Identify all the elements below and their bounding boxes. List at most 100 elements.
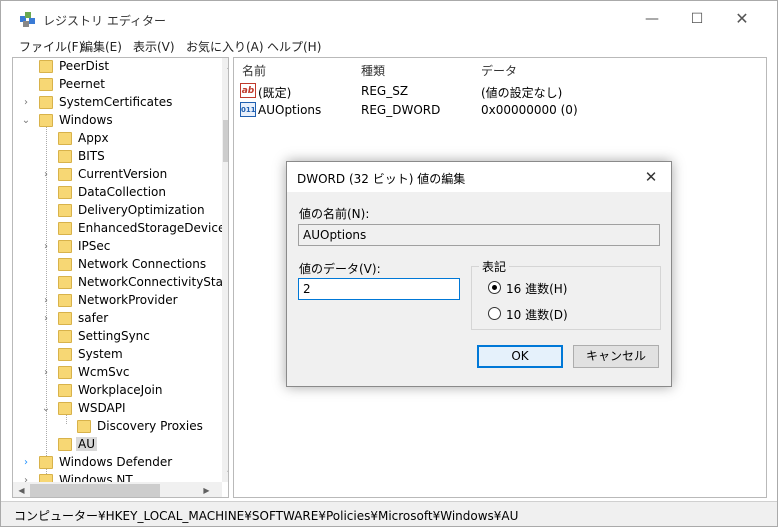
expander-icon[interactable]: › — [41, 294, 51, 308]
scroll-right-arrow-icon[interactable]: ▶ — [198, 482, 215, 497]
value-name-label: 値の名前(N): — [299, 207, 370, 221]
expander-icon[interactable]: › — [21, 96, 31, 110]
tree-item-systemcertificates[interactable]: › SystemCertificates — [13, 94, 213, 112]
tree-item-wcmsvc[interactable]: › WcmSvc — [13, 364, 213, 382]
tree-item-au[interactable]: AU — [13, 436, 213, 454]
key-tree-pane[interactable]: PeerDist Peernet › SystemCertificates ⌄ … — [12, 57, 229, 498]
menu-file[interactable]: ファイル(F) — [19, 38, 83, 55]
tree-item-workplacejoin[interactable]: WorkplaceJoin — [13, 382, 213, 400]
scroll-left-arrow-icon[interactable]: ◀ — [13, 482, 30, 497]
cancel-button[interactable]: キャンセル — [573, 345, 659, 368]
expander-icon[interactable]: › — [41, 312, 51, 326]
menu-view[interactable]: 表示(V) — [133, 38, 175, 55]
tree-item-peerdist[interactable]: PeerDist — [13, 58, 213, 76]
tree-item-network-connections[interactable]: Network Connections — [13, 256, 213, 274]
expander-icon[interactable] — [41, 384, 51, 398]
folder-icon — [58, 240, 72, 253]
expander-icon[interactable] — [41, 186, 51, 200]
window-title: レジストリ エディター — [43, 14, 166, 28]
value-name: (既定) — [258, 86, 292, 100]
value-name-field: AUOptions — [298, 224, 660, 246]
tree-item-wsdapi[interactable]: ⌄ WSDAPI — [13, 400, 213, 418]
tree-item-label: NetworkProvider — [78, 293, 178, 307]
folder-icon — [58, 294, 72, 307]
folder-icon — [58, 258, 72, 271]
expander-icon[interactable] — [41, 204, 51, 218]
scroll-thumb[interactable] — [223, 120, 228, 162]
expander-icon[interactable]: › — [21, 456, 31, 470]
tree-horizontal-scrollbar[interactable]: ◀ ▶ — [13, 482, 222, 497]
scroll-down-arrow-icon[interactable]: ▼ — [222, 466, 228, 482]
folder-icon — [58, 276, 72, 289]
tree-item-enhancedstoragedevices[interactable]: EnhancedStorageDevices — [13, 220, 228, 238]
folder-icon — [58, 204, 72, 217]
column-header-name[interactable]: 名前 — [242, 62, 266, 79]
radio-decimal[interactable] — [488, 307, 501, 320]
expander-icon[interactable] — [41, 330, 51, 344]
expander-icon[interactable] — [41, 348, 51, 362]
title-bar: レジストリ エディター — ☐ ✕ — [1, 1, 777, 35]
tree-item-datacollection[interactable]: DataCollection — [13, 184, 213, 202]
expander-icon[interactable]: › — [41, 240, 51, 254]
tree-item-windows-nt[interactable]: › Windows NT — [13, 472, 213, 482]
folder-icon — [39, 114, 53, 127]
tree-item-label: PeerDist — [59, 59, 110, 73]
expander-icon[interactable] — [41, 132, 51, 146]
folder-icon — [58, 132, 72, 145]
dialog-title: DWORD (32 ビット) 値の編集 — [297, 172, 466, 186]
expander-icon[interactable]: ⌄ — [41, 402, 51, 416]
expander-icon[interactable]: › — [41, 366, 51, 380]
expander-icon[interactable]: › — [21, 474, 31, 482]
tree-item-safer[interactable]: › safer — [13, 310, 213, 328]
tree-item-ipsec[interactable]: › IPSec — [13, 238, 213, 256]
tree-vertical-scrollbar[interactable]: ▲ ▼ — [222, 58, 228, 482]
scroll-thumb[interactable] — [30, 484, 160, 497]
expander-icon[interactable]: › — [41, 168, 51, 182]
tree-item-networkprovider[interactable]: › NetworkProvider — [13, 292, 213, 310]
expander-icon[interactable] — [41, 258, 51, 272]
expander-icon[interactable] — [21, 78, 31, 92]
folder-icon — [39, 474, 53, 482]
radio-decimal-label[interactable]: 10 進数(D) — [506, 306, 568, 323]
value-name: AUOptions — [258, 103, 322, 117]
folder-icon — [58, 168, 72, 181]
tree-item-bits[interactable]: BITS — [13, 148, 213, 166]
tree-item-networkconnectivitystat[interactable]: NetworkConnectivityStat — [13, 274, 228, 292]
expander-icon[interactable] — [41, 222, 51, 236]
folder-icon — [58, 402, 72, 415]
minimize-button[interactable]: — — [629, 5, 675, 33]
radio-hexadecimal-label[interactable]: 16 進数(H) — [506, 280, 567, 297]
tree-item-windows[interactable]: ⌄ Windows — [13, 112, 213, 130]
value-data-input[interactable]: 2 — [298, 278, 460, 300]
menu-bar: ファイル(F) 編集(E) 表示(V) お気に入り(A) ヘルプ(H) — [1, 35, 777, 57]
tree-item-label: Windows — [59, 113, 113, 127]
maximize-button[interactable]: ☐ — [674, 5, 720, 33]
tree-item-windows-defender[interactable]: › Windows Defender — [13, 454, 213, 472]
menu-help[interactable]: ヘルプ(H) — [267, 38, 321, 55]
tree-item-appx[interactable]: Appx — [13, 130, 213, 148]
menu-favorites[interactable]: お気に入り(A) — [186, 38, 264, 55]
ok-button[interactable]: OK — [477, 345, 563, 368]
tree-item-peernet[interactable]: Peernet — [13, 76, 213, 94]
tree-item-discovery-proxies[interactable]: Discovery Proxies — [13, 418, 213, 436]
expander-icon[interactable] — [41, 150, 51, 164]
column-header-data[interactable]: データ — [481, 62, 517, 79]
tree-item-system[interactable]: System — [13, 346, 213, 364]
close-button[interactable]: ✕ — [719, 5, 765, 33]
tree-item-label: Network Connections — [78, 257, 207, 271]
scroll-up-arrow-icon[interactable]: ▲ — [222, 58, 228, 74]
tree-item-settingsync[interactable]: SettingSync — [13, 328, 213, 346]
tree-item-currentversion[interactable]: › CurrentVersion — [13, 166, 213, 184]
radio-hexadecimal[interactable] — [488, 281, 501, 294]
folder-icon — [77, 420, 91, 433]
column-header-type[interactable]: 種類 — [361, 62, 385, 79]
expander-icon[interactable] — [21, 60, 31, 74]
tree-item-deliveryoptimization[interactable]: DeliveryOptimization — [13, 202, 213, 220]
expander-icon[interactable] — [41, 438, 51, 452]
menu-edit[interactable]: 編集(E) — [81, 38, 122, 55]
expander-icon[interactable]: ⌄ — [21, 114, 31, 128]
folder-icon — [58, 348, 72, 361]
expander-icon[interactable] — [61, 420, 71, 434]
expander-icon[interactable] — [41, 276, 51, 290]
dialog-close-icon[interactable]: ✕ — [639, 166, 663, 188]
